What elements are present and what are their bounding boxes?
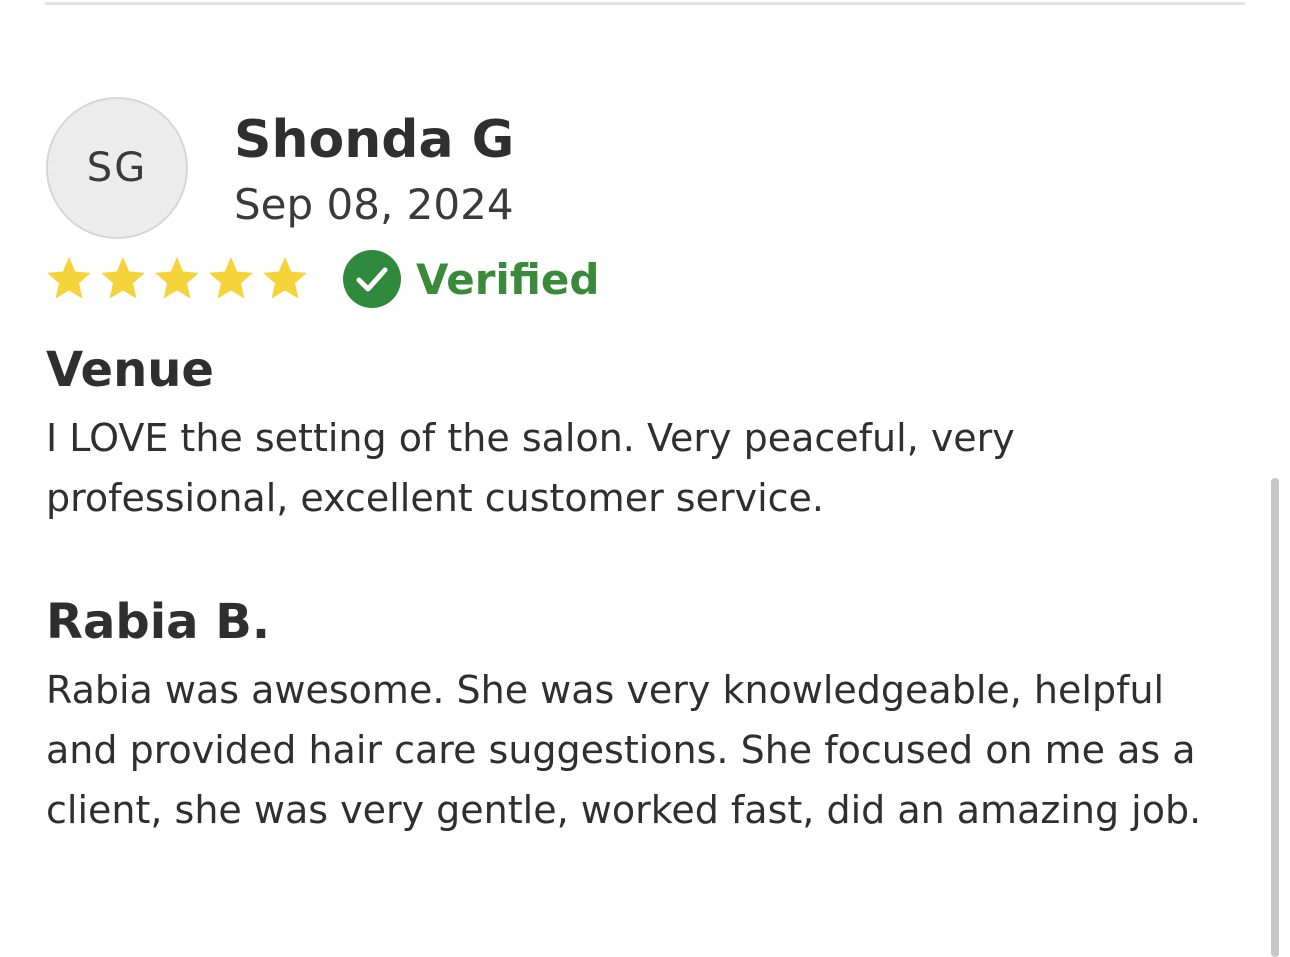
section-title-staff: Rabia B. (46, 594, 271, 650)
star-icon (263, 257, 307, 299)
avatar: SG (46, 97, 188, 239)
star-rating (46, 256, 308, 302)
section-text-staff: Rabia was awesome. She was very knowledg… (46, 668, 1202, 832)
rating-row: Verified (46, 246, 599, 312)
star-icon (155, 257, 199, 299)
reviewer-name: Shonda G (234, 110, 515, 170)
review-card: SG Shonda G Sep 08, 2024 Verified Venue … (0, 0, 1290, 957)
star-icon (47, 257, 91, 299)
section-title-venue: Venue (46, 342, 214, 398)
avatar-initials: SG (86, 145, 148, 191)
star-icon (209, 257, 253, 299)
check-circle-icon (343, 250, 401, 308)
section-text-venue: I LOVE the setting of the salon. Very pe… (46, 416, 1015, 520)
verified-badge: Verified (342, 249, 599, 309)
review-date: Sep 08, 2024 (234, 180, 514, 229)
star-icon (101, 257, 145, 299)
verified-label: Verified (416, 254, 600, 304)
scrollbar[interactable] (1271, 478, 1279, 957)
top-divider (45, 2, 1245, 5)
